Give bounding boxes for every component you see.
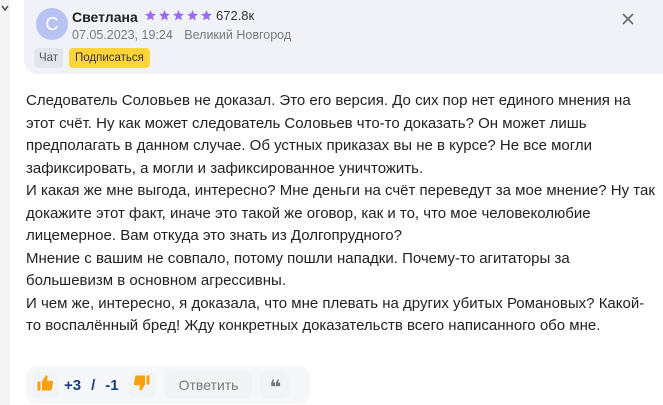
star-icon xyxy=(144,9,157,22)
avatar[interactable]: С xyxy=(36,8,68,40)
comment-paragraph: И какая же мне выгода, интересно? Мне де… xyxy=(26,182,655,244)
quote-button[interactable]: ❝ xyxy=(260,371,291,399)
thread-indent-bar xyxy=(0,0,10,405)
comment-meta: 07.05.2023, 19:24 Великий Новгород xyxy=(72,28,299,42)
star-icon xyxy=(186,9,199,22)
author-name[interactable]: Светлана xyxy=(72,9,138,25)
dislikes-count: -1 xyxy=(105,376,119,394)
comment-footer: +3 / -1 Ответить ❝ xyxy=(26,368,291,402)
comment-paragraph: Мнение с вашим не совпало, потому пошли … xyxy=(26,249,570,290)
comment-location: Великий Новгород xyxy=(184,28,292,42)
rating-value: 672.8к xyxy=(216,8,255,23)
vote-separator: / xyxy=(91,376,96,394)
thumbs-up-icon xyxy=(36,374,54,397)
star-icon xyxy=(200,9,213,22)
comment-date: 07.05.2023, 19:24 xyxy=(72,28,173,42)
comment-paragraph: И чем же, интересно, я доказала, что мне… xyxy=(26,294,645,335)
quote-icon: ❝ xyxy=(269,377,282,399)
star-icon xyxy=(172,9,185,22)
collapse-arrow-icon[interactable] xyxy=(0,0,10,18)
comment-header: С Светлана 672.8к 07.05.2023, 19:24 Вели… xyxy=(24,0,663,74)
star-icon xyxy=(158,9,171,22)
dislike-button[interactable] xyxy=(128,372,155,398)
comment-paragraph: Следователь Соловьев не доказал. Это его… xyxy=(26,92,631,177)
author-rating: 672.8к xyxy=(144,8,254,23)
like-button[interactable] xyxy=(32,372,58,398)
comment-body: Следователь Соловьев не доказал. Это его… xyxy=(26,90,656,338)
chat-button[interactable]: Чат xyxy=(34,48,64,68)
close-icon[interactable] xyxy=(621,12,635,26)
subscribe-button[interactable]: Подписаться xyxy=(69,48,150,68)
reply-button[interactable]: Ответить xyxy=(164,371,253,399)
likes-count: +3 xyxy=(64,376,82,394)
thumbs-down-icon xyxy=(133,374,151,397)
